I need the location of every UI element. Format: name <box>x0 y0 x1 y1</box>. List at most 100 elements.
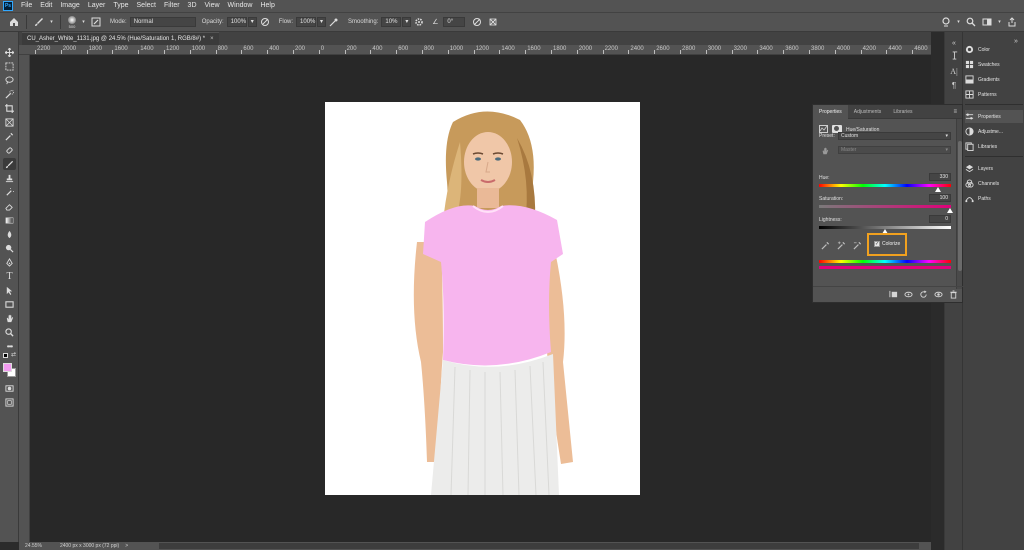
symmetry-icon[interactable] <box>487 16 499 28</box>
character-style-icon[interactable]: A| <box>949 66 959 76</box>
gear-icon[interactable] <box>413 16 425 28</box>
hand-tool-icon[interactable] <box>3 312 16 324</box>
airbrush-icon[interactable] <box>328 16 340 28</box>
tab-properties[interactable]: Properties <box>813 104 848 119</box>
flow-dropdown[interactable]: ▾ <box>317 17 327 27</box>
dock-patterns[interactable]: Patterns <box>965 88 1023 101</box>
targeted-adjustment-hand-icon[interactable] <box>821 147 829 157</box>
eyedropper-icon[interactable] <box>821 241 830 250</box>
status-arrow[interactable]: > <box>125 543 128 549</box>
dock-swatches[interactable]: Swatches <box>965 58 1023 71</box>
opacity-input[interactable]: 100% <box>226 17 247 27</box>
type-tool-icon[interactable]: T <box>3 270 16 282</box>
pen-tool-icon[interactable] <box>3 256 16 268</box>
foreground-color-swatch[interactable] <box>3 363 12 372</box>
lasso-tool-icon[interactable] <box>3 74 16 86</box>
crop-tool-icon[interactable] <box>3 102 16 114</box>
rectangle-tool-icon[interactable] <box>3 298 16 310</box>
canvas-area[interactable] <box>30 55 931 542</box>
document-tab[interactable]: CU_Asher_White_1131.jpg @ 24.5% (Hue/Sat… <box>22 32 219 45</box>
brush-tool-icon[interactable] <box>3 158 16 170</box>
menu-help[interactable]: Help <box>256 0 278 12</box>
smoothing-input[interactable]: 10% <box>381 17 402 27</box>
reset-icon[interactable] <box>918 290 928 300</box>
screen-mode-icon[interactable] <box>3 396 16 408</box>
preset-select[interactable]: Custom ▾ <box>838 132 951 140</box>
dock-libraries[interactable]: Libraries <box>965 140 1023 153</box>
zoom-tool-icon[interactable] <box>3 326 16 338</box>
gradient-tool-icon[interactable] <box>3 214 16 226</box>
saturation-input[interactable]: 100 <box>929 194 951 202</box>
eyedropper-plus-icon[interactable] <box>837 241 846 250</box>
scrollbar-thumb[interactable] <box>958 141 962 271</box>
quick-mask-icon[interactable] <box>3 382 16 394</box>
chevron-down-icon[interactable]: ▾ <box>997 16 1002 28</box>
saturation-slider-thumb[interactable] <box>947 208 953 213</box>
view-previous-state-icon[interactable] <box>903 290 913 300</box>
saturation-slider-track[interactable] <box>819 205 951 208</box>
eyedropper-tool-icon[interactable] <box>3 130 16 142</box>
eyedropper-minus-icon[interactable] <box>853 241 862 250</box>
frame-tool-icon[interactable] <box>3 116 16 128</box>
panel-menu-icon[interactable]: ≡ <box>953 109 957 115</box>
search-icon[interactable] <box>965 16 977 28</box>
dock-layers[interactable]: Layers <box>965 162 1023 175</box>
menu-image[interactable]: Image <box>56 0 83 12</box>
chevron-down-icon[interactable]: ▾ <box>81 16 86 28</box>
pressure-opacity-icon[interactable] <box>259 16 271 28</box>
pressure-size-icon[interactable] <box>471 16 483 28</box>
horizontal-ruler[interactable]: 2200 2000 1800 1600 1400 1200 1000 800 600 400 200… <box>19 45 931 55</box>
brush-tool-icon[interactable] <box>33 16 45 28</box>
brush-preset-picker[interactable]: 500 <box>65 15 79 29</box>
dock-adjustments[interactable]: Adjustme... <box>965 125 1023 138</box>
menu-3d[interactable]: 3D <box>184 0 201 12</box>
hue-slider-thumb[interactable] <box>935 187 941 192</box>
trash-icon[interactable] <box>948 290 958 300</box>
menu-edit[interactable]: Edit <box>36 0 56 12</box>
opacity-dropdown[interactable]: ▾ <box>247 17 257 27</box>
menu-select[interactable]: Select <box>133 0 160 12</box>
flow-input[interactable]: 100% <box>296 17 317 27</box>
search-people-icon[interactable] <box>940 16 952 28</box>
lightness-input[interactable]: 0 <box>929 215 951 223</box>
clip-to-layer-icon[interactable] <box>888 290 898 300</box>
channel-select[interactable]: Master ▾ <box>838 146 951 154</box>
properties-scrollbar[interactable] <box>956 119 962 289</box>
menu-view[interactable]: View <box>201 0 224 12</box>
home-icon[interactable] <box>8 16 20 28</box>
chevron-down-icon[interactable]: ▾ <box>956 16 961 28</box>
quick-selection-tool-icon[interactable] <box>3 88 16 100</box>
angle-input[interactable]: 0° <box>443 17 466 27</box>
move-tool-icon[interactable] <box>3 46 16 58</box>
dodge-tool-icon[interactable] <box>3 242 16 254</box>
default-colors-icon[interactable] <box>3 353 8 358</box>
dock-channels[interactable]: Channels <box>965 177 1023 190</box>
path-selection-tool-icon[interactable] <box>3 284 16 296</box>
menu-file[interactable]: File <box>17 0 36 12</box>
workspace-icon[interactable] <box>981 16 993 28</box>
mode-select[interactable]: Normal <box>129 17 196 27</box>
hue-slider-track[interactable] <box>819 184 951 187</box>
menu-layer[interactable]: Layer <box>84 0 110 12</box>
character-panel-icon[interactable] <box>949 50 959 60</box>
dock-properties[interactable]: Properties <box>965 110 1023 123</box>
blur-tool-icon[interactable] <box>3 228 16 240</box>
collapse-chevron-icon[interactable]: « <box>949 38 959 48</box>
marquee-tool-icon[interactable] <box>3 60 16 72</box>
healing-brush-tool-icon[interactable] <box>3 144 16 156</box>
document-canvas[interactable] <box>325 102 640 495</box>
tab-libraries[interactable]: Libraries <box>887 105 918 119</box>
vertical-ruler[interactable] <box>19 55 30 542</box>
brush-settings-panel-icon[interactable] <box>90 16 102 28</box>
chevron-down-icon[interactable]: ▾ <box>49 16 54 28</box>
menu-window[interactable]: Window <box>224 0 257 12</box>
hue-input[interactable]: 330 <box>929 173 951 181</box>
dock-gradients[interactable]: Gradients <box>965 73 1023 86</box>
dock-paths[interactable]: Paths <box>965 192 1023 205</box>
zoom-level[interactable]: 24.55% <box>25 543 42 549</box>
smoothing-dropdown[interactable]: ▾ <box>402 17 412 27</box>
horizontal-scrollbar[interactable] <box>159 543 919 549</box>
clone-stamp-tool-icon[interactable] <box>3 172 16 184</box>
menu-type[interactable]: Type <box>109 0 132 12</box>
share-icon[interactable] <box>1006 16 1018 28</box>
